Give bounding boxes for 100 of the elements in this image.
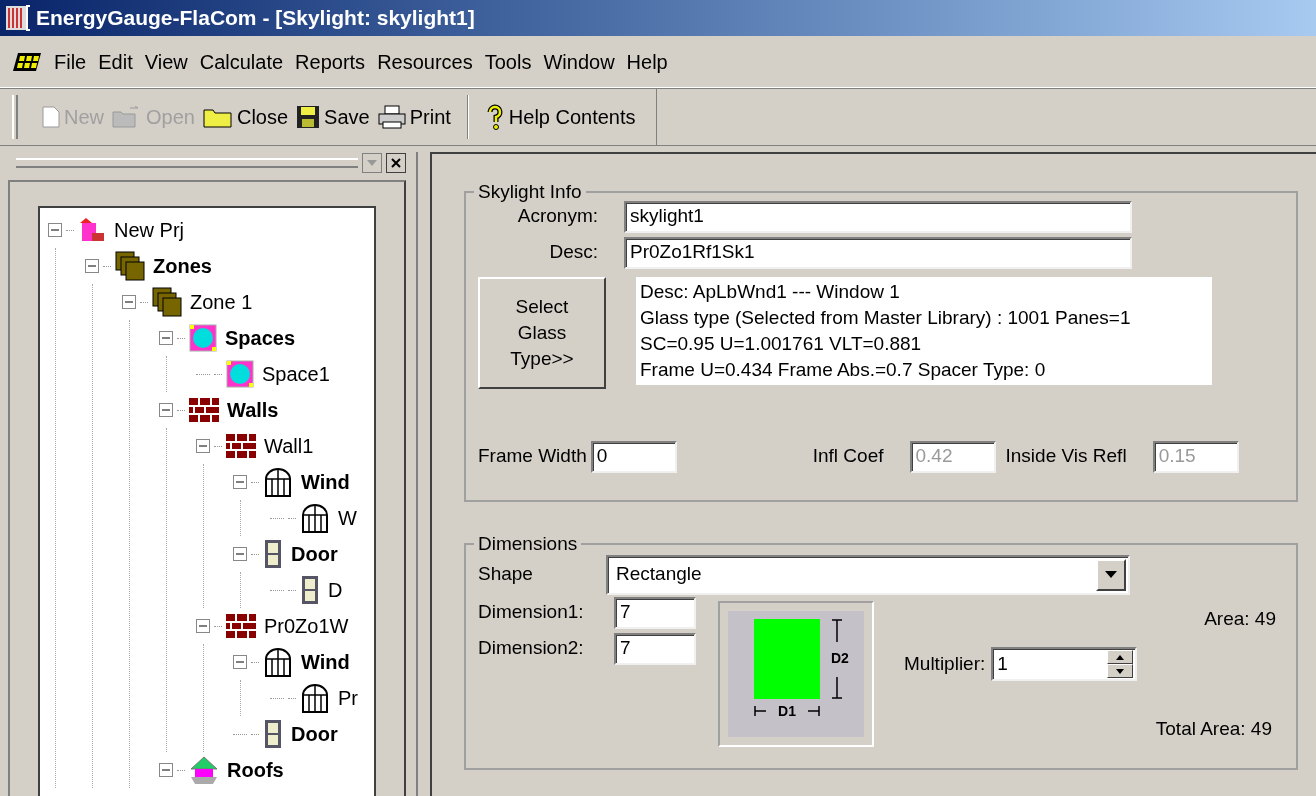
menu-item[interactable]: Tools <box>484 46 532 77</box>
desc-field[interactable]: Pr0Zo1Rf1Sk1 <box>624 236 1132 269</box>
roof-icon <box>189 755 219 785</box>
menu-item[interactable]: Reports <box>295 46 366 77</box>
collapse-toggle[interactable] <box>159 403 173 417</box>
acronym-field[interactable]: skylight1 <box>624 200 1132 233</box>
arched-window-icon <box>263 647 293 677</box>
total-area-text: Total Area: 49 <box>1155 717 1272 741</box>
minus-icon <box>51 226 59 234</box>
field-label: Dimension2: <box>478 636 585 661</box>
printer-icon <box>377 105 406 129</box>
select-glass-type-button[interactable]: Select Glass Type>> <box>478 276 606 389</box>
field-label: Acronym: <box>516 204 599 229</box>
brick-wall-icon <box>226 434 256 458</box>
tree-item[interactable]: Pr0Zo1W <box>264 611 349 641</box>
tree-item[interactable]: Walls <box>227 395 279 425</box>
menu-item[interactable]: Help <box>626 46 668 77</box>
minus-icon <box>162 406 170 414</box>
circle-in-square-icon <box>226 360 254 388</box>
collapse-toggle[interactable] <box>233 655 247 669</box>
minus-icon <box>199 622 207 630</box>
menu-item[interactable]: Calculate <box>199 46 284 77</box>
menu-item[interactable]: View <box>144 46 188 77</box>
toolbar-button[interactable]: Help Contents <box>480 97 640 137</box>
tree-item[interactable]: Wind <box>301 647 350 677</box>
document-icon <box>42 106 60 128</box>
collapse-toggle[interactable] <box>196 619 210 633</box>
collapse-toggle[interactable] <box>233 547 247 561</box>
minus-icon <box>88 262 96 270</box>
menu-item[interactable]: Window <box>543 46 615 77</box>
caret-icon <box>1105 571 1117 578</box>
dimension-label: D1 <box>778 701 796 721</box>
collapse-toggle[interactable] <box>159 331 173 345</box>
collapse-toggle[interactable] <box>122 295 136 309</box>
minus-icon <box>236 550 244 558</box>
collapse-toggle[interactable] <box>48 223 62 237</box>
toolbar-button[interactable]: Print <box>373 97 455 137</box>
tree-item[interactable]: Wind <box>301 467 350 497</box>
app-icon <box>4 4 32 32</box>
door-icon <box>263 539 283 569</box>
brick-wall-icon <box>226 614 256 638</box>
collapse-toggle[interactable] <box>85 259 99 273</box>
area-text: Area: 49 <box>1204 606 1276 631</box>
tree-item[interactable]: W <box>338 503 357 533</box>
tree-item[interactable]: Door <box>291 719 338 749</box>
circle-in-square-icon <box>189 324 217 352</box>
field-label: Multiplier: <box>904 651 986 676</box>
minus-icon <box>236 478 244 486</box>
toolbar-button[interactable]: Save <box>292 97 374 137</box>
field-label: Inside Vis Refl <box>1005 444 1127 469</box>
minus-icon <box>125 298 133 306</box>
tree-item[interactable]: Zone 1 <box>190 287 253 317</box>
up-arrow-icon <box>1116 654 1125 660</box>
toolbar-button[interactable]: Close <box>198 97 293 137</box>
tree-item[interactable]: Roofs <box>227 755 284 785</box>
menu-item[interactable]: Edit <box>98 46 133 77</box>
tree-item[interactable]: Spaces <box>225 323 296 353</box>
house-icon <box>78 217 106 243</box>
solar-panel-icon <box>12 51 42 72</box>
arched-window-icon <box>300 503 330 533</box>
collapse-toggle[interactable] <box>196 439 210 453</box>
arched-window-icon <box>263 467 293 497</box>
multiplier-spinner[interactable]: 1 <box>991 647 1138 681</box>
minus-icon <box>236 658 244 666</box>
glass-info-text: Desc: ApLbWnd1 --- Window 1 Glass type (Selected from Master Library) : 1001 Panes=1 SC=0.95 U=1.001761 VLT=0.881 Frame U=0.434 Frame Abs.=0.7 Spacer Type: 0 <box>636 276 1212 385</box>
dimension-field[interactable]: 7 <box>614 632 696 665</box>
tree-item[interactable]: New Prj <box>114 215 184 245</box>
group-title: Dimensions <box>477 532 579 556</box>
minus-icon <box>162 766 170 774</box>
stacked-squares-icon <box>152 287 182 317</box>
field-label: Dimension1: <box>478 600 585 625</box>
field-label: Shape <box>478 562 534 587</box>
minus-icon <box>162 334 170 342</box>
group-title: Skylight Info <box>477 180 583 204</box>
window-title: EnergyGauge-FlaCom - [Skylight: skylight1] <box>36 5 475 32</box>
brick-wall-icon <box>189 398 219 422</box>
menu-item[interactable]: Resources <box>377 46 473 77</box>
pane-grip[interactable] <box>16 158 358 168</box>
number-field[interactable]: 0 <box>590 440 677 473</box>
tree-item[interactable]: Wall1 <box>264 431 314 461</box>
dimension-field[interactable]: 7 <box>614 596 696 629</box>
collapse-toggle[interactable] <box>233 475 247 489</box>
tree-item[interactable]: Space1 <box>262 359 330 389</box>
tree-item[interactable]: Zones <box>153 251 212 281</box>
door-icon <box>300 575 320 605</box>
folder-icon <box>202 106 233 128</box>
collapse-toggle[interactable] <box>159 763 173 777</box>
field-label: Infl Coef <box>812 444 884 469</box>
arched-window-icon <box>300 683 330 713</box>
field-label: Frame Width <box>478 444 587 469</box>
close-button[interactable] <box>386 153 406 173</box>
tree-item[interactable]: Door <box>291 539 338 569</box>
tree-item[interactable]: D <box>328 575 343 605</box>
menu-item[interactable]: File <box>54 46 87 77</box>
caret-icon <box>367 160 377 166</box>
tree-item[interactable]: Pr <box>338 683 358 713</box>
shape-dropdown[interactable]: Rectangle <box>606 554 1130 595</box>
stacked-squares-icon <box>115 251 145 281</box>
left-arrow-tick-icon <box>754 706 766 716</box>
close-icon <box>391 158 401 168</box>
